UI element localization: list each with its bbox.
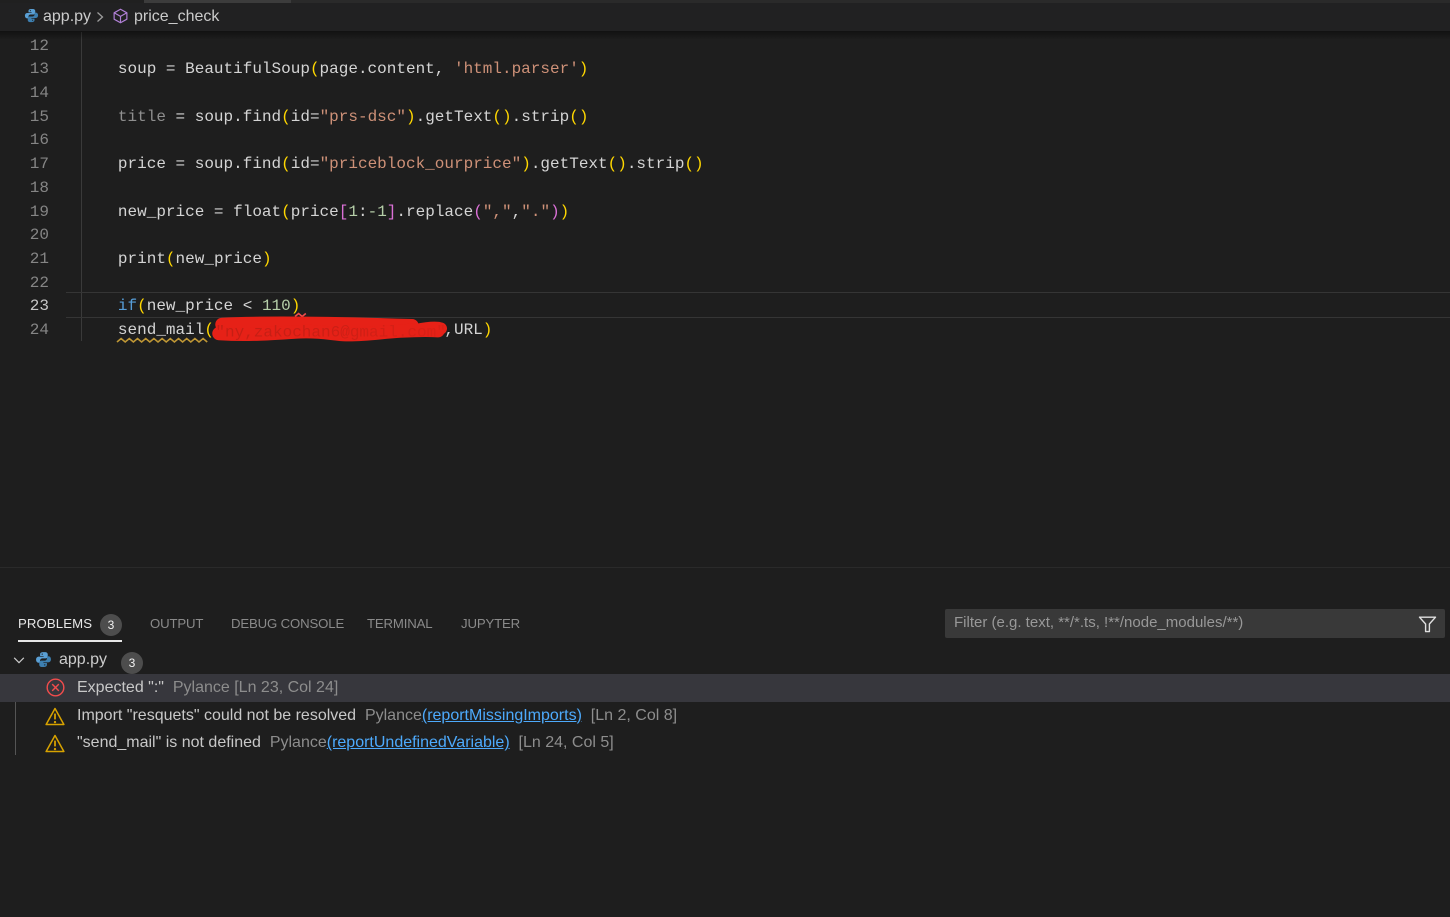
svg-text:"ny,zakochan6@gmail.com": "ny,zakochan6@gmail.com" [215,323,445,341]
